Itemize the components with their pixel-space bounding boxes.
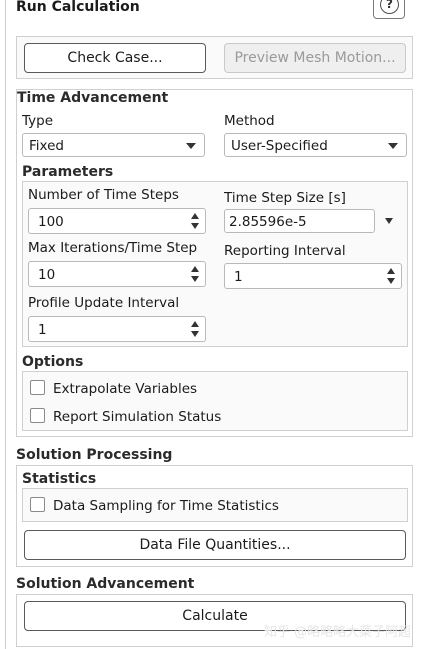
method-label: Method [224,113,275,129]
reporting-interval-input[interactable]: 1 [224,263,402,289]
data-sampling-checkbox[interactable] [30,497,45,512]
solution-processing-title: Solution Processing [16,447,173,463]
method-dropdown[interactable]: User-Specified [224,133,407,157]
report-simulation-status-checkbox[interactable] [30,408,45,423]
check-case-button[interactable]: Check Case... [24,43,206,73]
options-title: Options [22,354,84,370]
type-dropdown[interactable]: Fixed [22,133,205,157]
num-time-steps-value: 100 [38,214,64,230]
profile-update-interval-input[interactable]: 1 [28,316,206,342]
max-iterations-value: 10 [38,267,56,283]
reporting-interval-label: Reporting Interval [224,243,346,259]
panel-left-border [5,0,6,649]
preview-mesh-motion-button[interactable]: Preview Mesh Motion... [224,43,406,73]
spin-down-icon[interactable] [387,278,395,284]
data-file-quantities-button[interactable]: Data File Quantities... [24,530,406,560]
spin-down-icon[interactable] [191,331,199,337]
statistics-title: Statistics [22,471,97,487]
type-label: Type [22,113,54,129]
spin-up-icon[interactable] [387,268,395,274]
max-iterations-label: Max Iterations/Time Step [28,240,198,256]
chevron-down-icon [186,143,196,149]
spin-down-icon[interactable] [191,276,199,282]
spin-up-icon[interactable] [191,213,199,219]
spin-down-icon[interactable] [191,223,199,229]
time-step-size-chevron-down-icon[interactable] [385,218,393,224]
num-time-steps-input[interactable]: 100 [28,208,206,234]
help-button[interactable]: ? [373,0,405,19]
method-dropdown-value: User-Specified [231,138,328,154]
profile-update-interval-value: 1 [38,322,47,338]
report-simulation-status-label[interactable]: Report Simulation Status [53,408,221,426]
reporting-interval-value: 1 [234,269,243,285]
chevron-down-icon [388,143,398,149]
spin-up-icon[interactable] [191,321,199,327]
extrapolate-variables-checkbox[interactable] [30,380,45,395]
data-sampling-label[interactable]: Data Sampling for Time Statistics [53,497,279,515]
profile-update-interval-label: Profile Update Interval [28,295,180,311]
parameters-title: Parameters [22,164,114,180]
help-icon: ? [380,0,399,14]
time-step-size-input[interactable]: 2.85596e-5 [224,209,375,233]
watermark: 知乎 @略略略大菜子阿超 [264,625,412,640]
num-time-steps-label: Number of Time Steps [28,187,179,203]
type-dropdown-value: Fixed [29,138,64,154]
time-step-size-value: 2.85596e-5 [229,214,307,230]
max-iterations-input[interactable]: 10 [28,261,206,287]
time-step-size-label: Time Step Size [s] [224,190,346,206]
extrapolate-variables-label[interactable]: Extrapolate Variables [53,380,197,398]
panel-title: Run Calculation [16,0,140,15]
time-advancement-title: Time Advancement [17,90,169,106]
spin-up-icon[interactable] [191,266,199,272]
solution-advancement-title: Solution Advancement [16,576,195,592]
